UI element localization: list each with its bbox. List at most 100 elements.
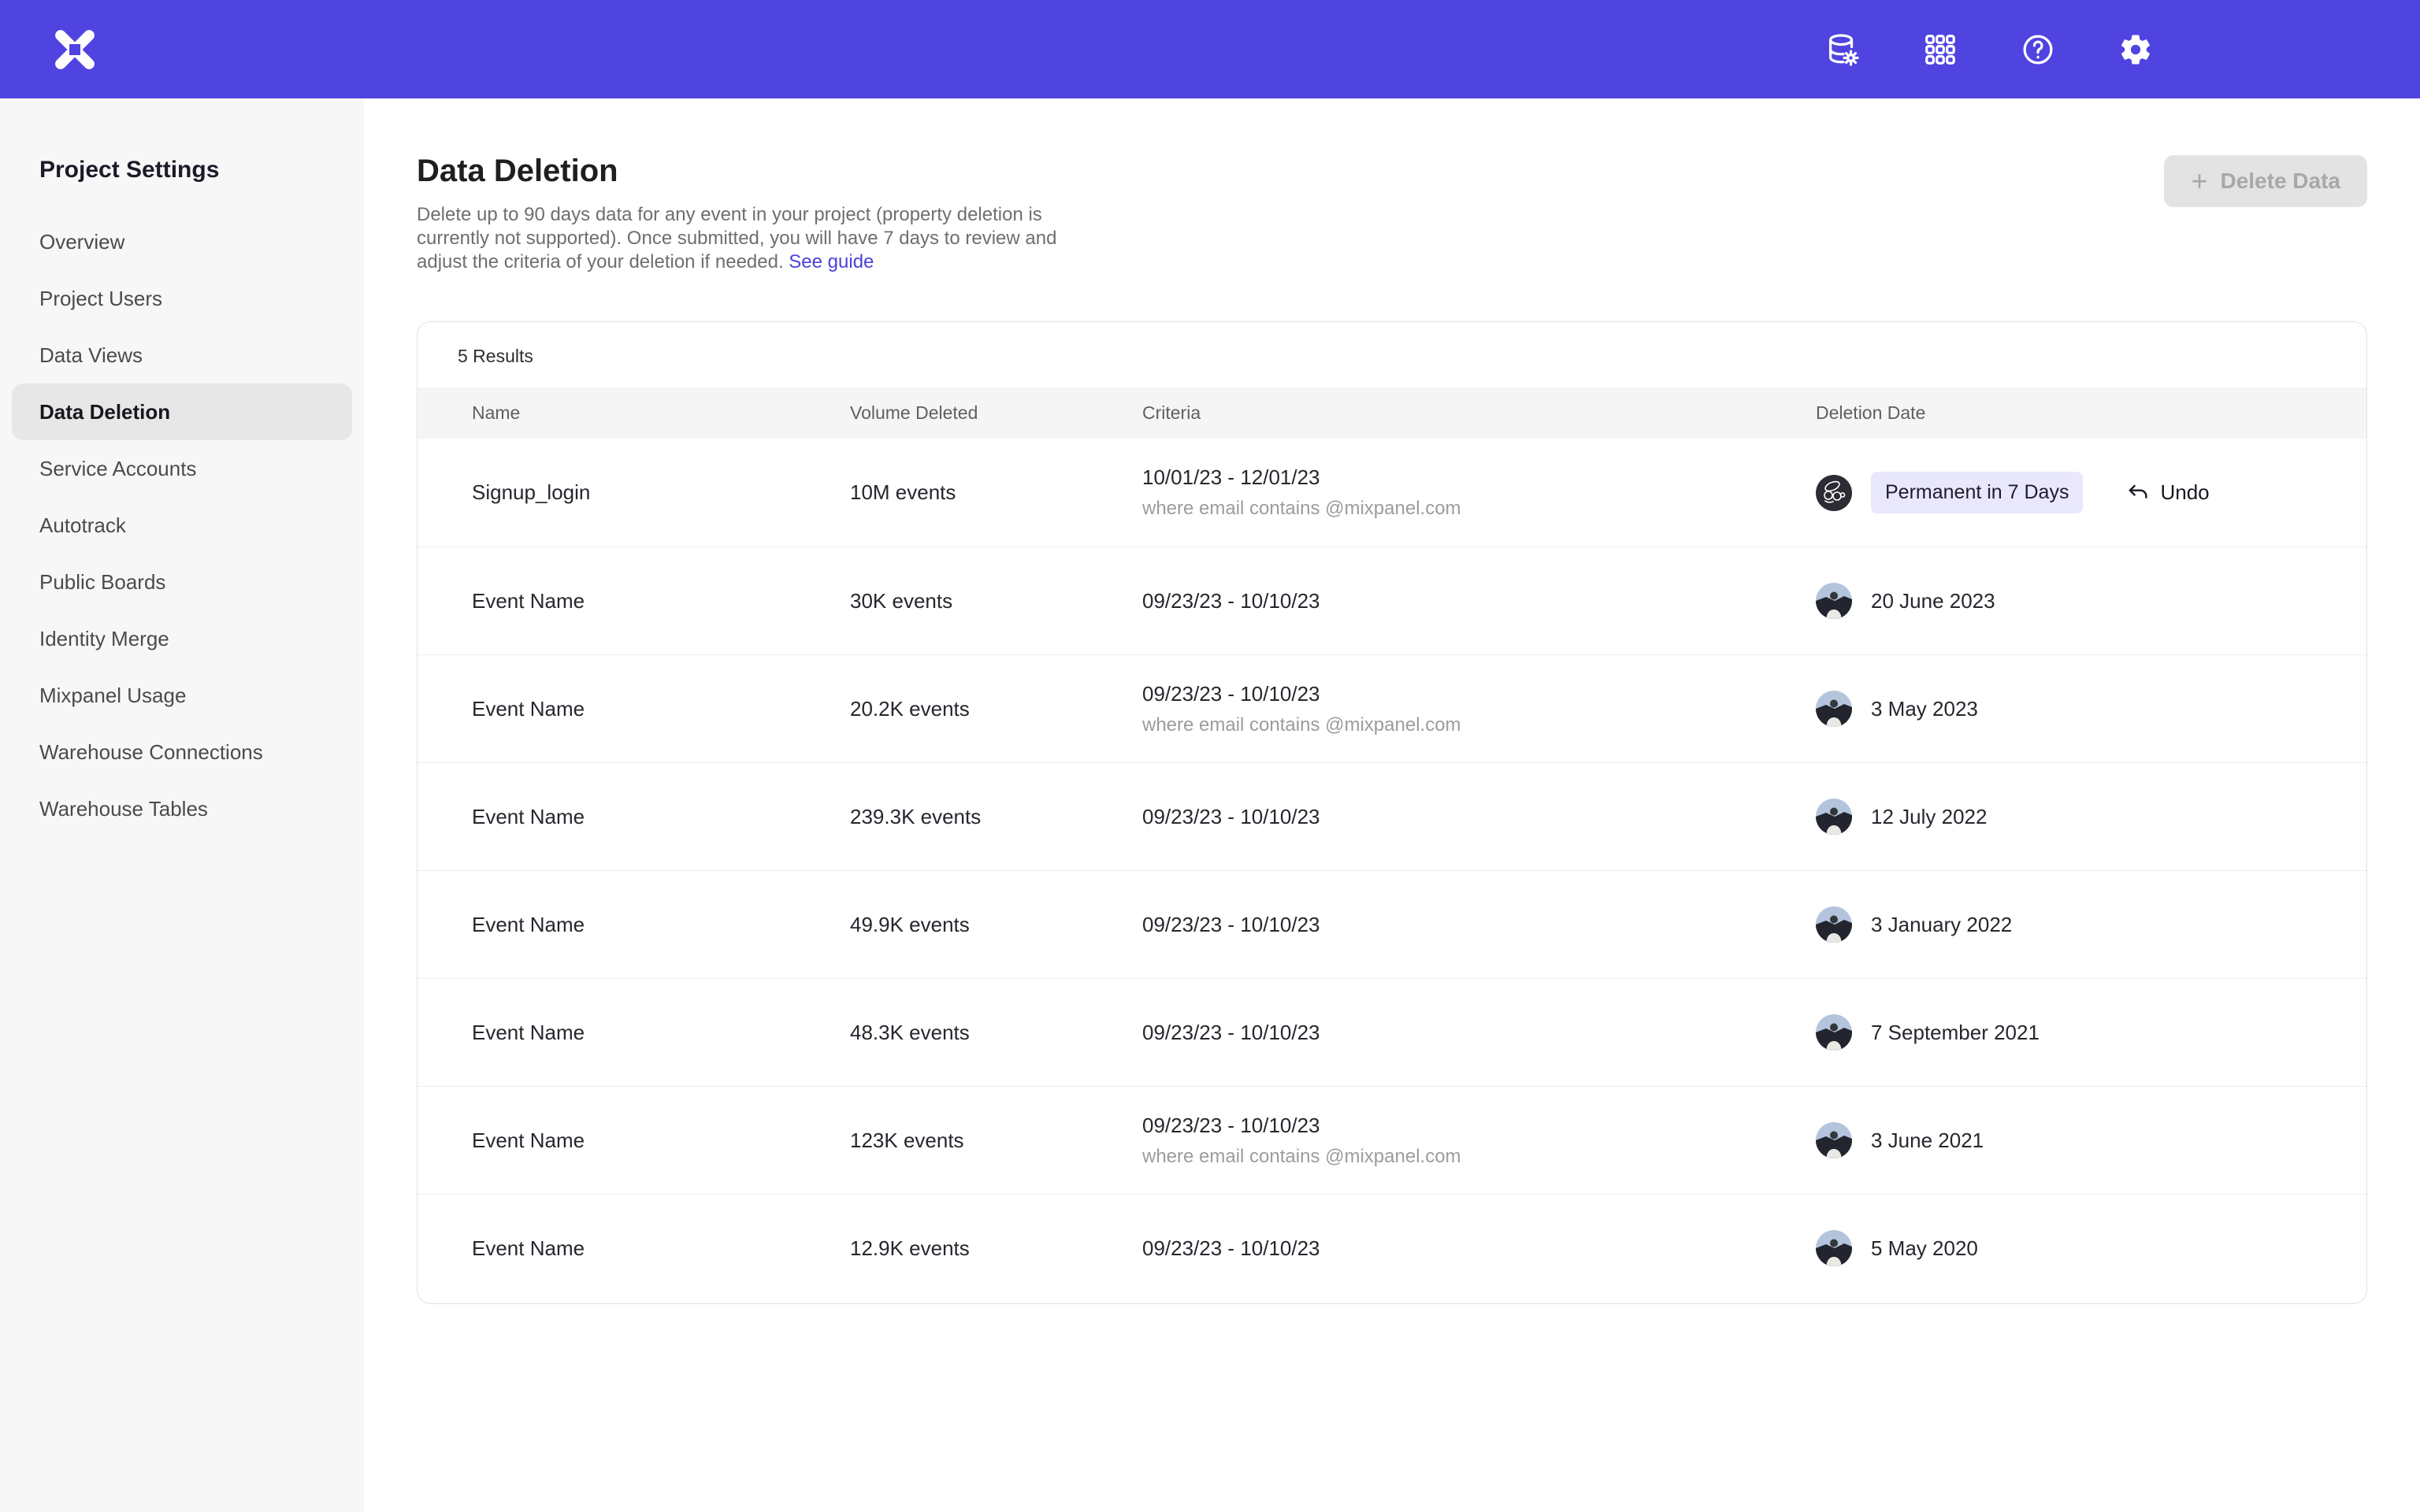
sidebar-item-overview[interactable]: Overview <box>12 213 352 270</box>
table-row: Event Name 48.3K events 09/23/23 - 10/10… <box>418 978 2366 1086</box>
main-content: Data Deletion Delete up to 90 days data … <box>364 98 2420 1512</box>
row-volume: 20.2K events <box>850 697 1142 721</box>
apps-grid-icon[interactable] <box>1921 31 1959 69</box>
row-criteria-cell: 09/23/23 - 10/10/23 <box>1142 1236 1816 1261</box>
undo-button[interactable]: Undo <box>2125 480 2209 506</box>
row-criteria: 10/01/23 - 12/01/23 <box>1142 465 1816 490</box>
row-criteria: 09/23/23 - 10/10/23 <box>1142 1114 1816 1138</box>
row-criteria-cell: 09/23/23 - 10/10/23 <box>1142 913 1816 937</box>
sidebar-item-label: Warehouse Connections <box>39 740 263 765</box>
row-deletion-cell: 12 July 2022 <box>1816 799 2366 835</box>
topbar <box>0 0 2420 98</box>
table-row: Event Name 30K events 09/23/23 - 10/10/2… <box>418 547 2366 654</box>
page-title: Data Deletion <box>417 154 1110 189</box>
row-name: Event Name <box>472 589 850 613</box>
delete-data-button[interactable]: + Delete Data <box>2164 155 2367 207</box>
row-criteria-detail: where email contains @mixpanel.com <box>1142 714 1816 736</box>
row-volume: 239.3K events <box>850 805 1142 829</box>
deletion-date: 7 September 2021 <box>1871 1021 2040 1045</box>
user-avatar <box>1816 583 1852 619</box>
row-criteria-cell: 09/23/23 - 10/10/23 <box>1142 805 1816 829</box>
row-criteria-cell: 10/01/23 - 12/01/23 where email contains… <box>1142 465 1816 520</box>
deletion-date: 3 May 2023 <box>1871 697 1978 721</box>
topbar-icons <box>1824 31 2155 69</box>
permanent-badge: Permanent in 7 Days <box>1871 472 2083 513</box>
row-criteria: 09/23/23 - 10/10/23 <box>1142 913 1816 937</box>
row-deletion-cell: 3 June 2021 <box>1816 1122 2366 1158</box>
row-name: Event Name <box>472 1021 850 1045</box>
row-criteria-cell: 09/23/23 - 10/10/23 where email contains… <box>1142 1114 1816 1168</box>
deletion-date: 5 May 2020 <box>1871 1236 1978 1261</box>
row-volume: 10M events <box>850 480 1142 505</box>
row-volume: 123K events <box>850 1128 1142 1153</box>
sidebar-item-data-views[interactable]: Data Views <box>12 327 352 384</box>
sidebar-item-label: Identity Merge <box>39 627 169 651</box>
column-header-criteria: Criteria <box>1142 402 1816 424</box>
plus-icon: + <box>2191 167 2207 195</box>
results-count: 5 Results <box>418 322 2366 387</box>
page-description-text: Delete up to 90 days data for any event … <box>417 204 1056 272</box>
row-criteria: 09/23/23 - 10/10/23 <box>1142 589 1816 613</box>
sidebar-item-label: Overview <box>39 230 124 254</box>
row-deletion-cell: 5 May 2020 <box>1816 1230 2366 1266</box>
sidebar-item-mixpanel-usage[interactable]: Mixpanel Usage <box>12 667 352 724</box>
row-criteria-cell: 09/23/23 - 10/10/23 where email contains… <box>1142 682 1816 736</box>
user-avatar <box>1816 691 1852 727</box>
sidebar-item-label: Warehouse Tables <box>39 797 208 821</box>
sidebar-item-label: Autotrack <box>39 513 126 538</box>
column-header-deletion-date: Deletion Date <box>1816 402 2366 424</box>
settings-icon[interactable] <box>2117 31 2155 69</box>
row-criteria: 09/23/23 - 10/10/23 <box>1142 1021 1816 1045</box>
sidebar-item-autotrack[interactable]: Autotrack <box>12 497 352 554</box>
sidebar-item-service-accounts[interactable]: Service Accounts <box>12 440 352 497</box>
help-icon[interactable] <box>2019 31 2057 69</box>
row-criteria-cell: 09/23/23 - 10/10/23 <box>1142 1021 1816 1045</box>
mascot-avatar <box>1816 475 1852 511</box>
database-gear-icon[interactable] <box>1824 31 1861 69</box>
table-header-row: Name Volume Deleted Criteria Deletion Da… <box>418 387 2366 439</box>
sidebar-item-warehouse-tables[interactable]: Warehouse Tables <box>12 780 352 837</box>
user-avatar <box>1816 1122 1852 1158</box>
deletion-date: 3 June 2021 <box>1871 1128 1984 1153</box>
sidebar-item-label: Service Accounts <box>39 457 196 481</box>
sidebar-item-label: Data Deletion <box>39 400 170 424</box>
table-body: Signup_login 10M events 10/01/23 - 12/01… <box>418 439 2366 1302</box>
row-criteria-cell: 09/23/23 - 10/10/23 <box>1142 589 1816 613</box>
sidebar-item-label: Mixpanel Usage <box>39 684 186 708</box>
row-volume: 48.3K events <box>850 1021 1142 1045</box>
row-name: Event Name <box>472 805 850 829</box>
row-volume: 49.9K events <box>850 913 1142 937</box>
table-row: Event Name 239.3K events 09/23/23 - 10/1… <box>418 762 2366 870</box>
page-head: Data Deletion Delete up to 90 days data … <box>417 154 2367 274</box>
row-name: Signup_login <box>472 480 850 505</box>
mixpanel-logo[interactable] <box>52 27 98 72</box>
sidebar-item-label: Project Users <box>39 287 162 311</box>
sidebar-item-data-deletion[interactable]: Data Deletion <box>12 384 352 440</box>
undo-label: Undo <box>2160 480 2209 505</box>
sidebar-item-project-users[interactable]: Project Users <box>12 270 352 327</box>
sidebar: Project Settings OverviewProject UsersDa… <box>0 98 364 1512</box>
sidebar-item-label: Public Boards <box>39 570 165 595</box>
sidebar-item-identity-merge[interactable]: Identity Merge <box>12 610 352 667</box>
user-avatar <box>1816 1230 1852 1266</box>
column-header-name: Name <box>472 402 850 424</box>
delete-data-label: Delete Data <box>2220 169 2340 194</box>
row-deletion-cell: 3 January 2022 <box>1816 906 2366 943</box>
deletion-date: 3 January 2022 <box>1871 913 2012 937</box>
sidebar-item-public-boards[interactable]: Public Boards <box>12 554 352 610</box>
table-row: Event Name 12.9K events 09/23/23 - 10/10… <box>418 1194 2366 1302</box>
deletion-date: 20 June 2023 <box>1871 589 1995 613</box>
row-criteria: 09/23/23 - 10/10/23 <box>1142 805 1816 829</box>
see-guide-link[interactable]: See guide <box>789 251 874 272</box>
table-row: Event Name 49.9K events 09/23/23 - 10/10… <box>418 870 2366 978</box>
row-criteria: 09/23/23 - 10/10/23 <box>1142 1236 1816 1261</box>
row-deletion-cell: Permanent in 7 Days Undo <box>1816 472 2366 513</box>
row-deletion-cell: 3 May 2023 <box>1816 691 2366 727</box>
user-avatar <box>1816 1014 1852 1051</box>
column-header-volume: Volume Deleted <box>850 402 1142 424</box>
sidebar-item-warehouse-connections[interactable]: Warehouse Connections <box>12 724 352 780</box>
row-deletion-cell: 20 June 2023 <box>1816 583 2366 619</box>
deletion-date: 12 July 2022 <box>1871 805 1987 829</box>
row-deletion-cell: 7 September 2021 <box>1816 1014 2366 1051</box>
table-row: Event Name 20.2K events 09/23/23 - 10/10… <box>418 654 2366 762</box>
